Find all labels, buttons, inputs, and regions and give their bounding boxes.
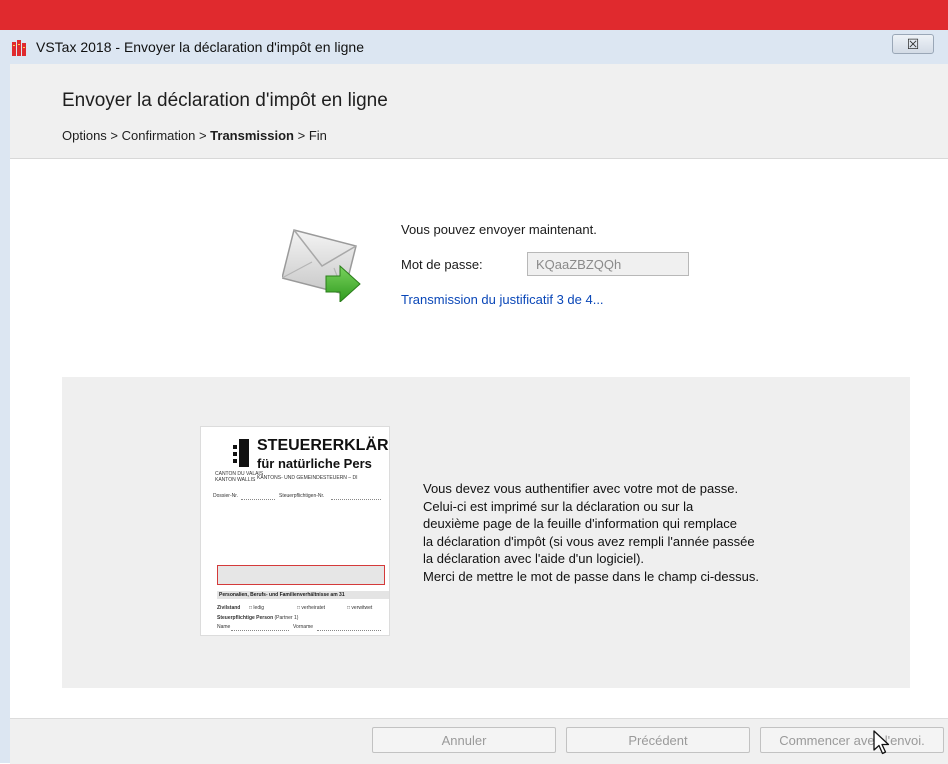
breadcrumb-step-end: Fin: [308, 128, 327, 143]
preview-dossier-label: Dossier-Nr.: [213, 493, 239, 499]
authentication-info-panel: STEUERERKLÄR für natürliche Pers CANTON …: [62, 377, 910, 688]
preview-form-title: STEUERERKLÄR: [257, 437, 389, 454]
window-titlebar: VSTax 2018 - Envoyer la déclaration d'im…: [0, 30, 948, 65]
preview-person-label: Steuerpflichtige Person (Partner 1): [217, 615, 299, 621]
instruction-line: Vous devez vous authentifier avec votre …: [423, 481, 739, 496]
preview-name-line: [231, 630, 289, 631]
preview-civil-status-label: Zivilstand: [217, 605, 241, 611]
preview-firstname-label: Vorname: [293, 624, 314, 630]
preview-opt-married: □ verheiratet: [297, 605, 326, 611]
preview-firstname-line: [317, 630, 381, 631]
instruction-line: Celui-ci est imprimé sur la déclaration …: [423, 498, 694, 514]
breadcrumb-step-transmission-current: Transmission: [210, 128, 294, 143]
mouse-pointer-icon: [873, 730, 890, 755]
close-window-button[interactable]: ☒: [892, 34, 934, 54]
top-red-bar: [0, 0, 948, 30]
preview-canton-line2: KANTON WALLIS: [215, 477, 256, 483]
page-title: Envoyer la déclaration d'impôt en ligne: [62, 90, 388, 111]
breadcrumb: Options > Confirmation > Transmission > …: [62, 128, 327, 143]
instruction-line: Merci de mettre le mot de passe dans le …: [423, 568, 759, 584]
preview-taxpayer-no-label: Steuerpflichtigen-Nr.: [279, 493, 325, 499]
wizard-header: Envoyer la déclaration d'impôt en ligne …: [10, 64, 948, 159]
close-icon: ☒: [906, 35, 920, 52]
instruction-line: deuxième page de la feuille d'informatio…: [423, 516, 737, 531]
instruction-line: la déclaration avec l'aide d'un logiciel…: [423, 551, 645, 566]
preview-tax-line: KANTONS- UND GEMEINDESTEUERN – DI: [257, 475, 358, 481]
transmission-progress-text: Transmission du justificatif 3 de 4...: [401, 292, 604, 307]
window-left-border: [0, 64, 10, 763]
vstax-app-icon: [12, 40, 26, 56]
preview-opt-single: □ ledig: [249, 605, 264, 611]
preview-form-subtitle: für natürliche Pers: [257, 456, 372, 471]
envelope-send-icon: [282, 229, 361, 302]
breadcrumb-step-options: Options: [62, 128, 107, 143]
instruction-line: la déclaration d'impôt (si vous avez rem…: [423, 533, 755, 549]
send-ready-text: Vous pouvez envoyer maintenant.: [401, 222, 597, 237]
cancel-button[interactable]: Annuler: [372, 727, 556, 753]
window-title: VSTax 2018 - Envoyer la déclaration d'im…: [36, 39, 364, 55]
preview-opt-widowed: □ verwitwet: [347, 605, 373, 611]
authentication-instructions: Vous devez vous authentifier avec votre …: [423, 480, 759, 585]
tax-form-preview-image: STEUERERKLÄR für natürliche Pers CANTON …: [200, 426, 390, 636]
previous-button[interactable]: Précédent: [566, 727, 750, 753]
breadcrumb-step-confirmation: Confirmation: [121, 128, 196, 143]
password-input[interactable]: [527, 252, 689, 276]
password-label: Mot de passe:: [401, 257, 483, 272]
preview-name-label: Name: [217, 624, 231, 630]
start-sending-button[interactable]: Commencer avec l'envoi.: [760, 727, 944, 753]
canton-logo: [233, 439, 249, 467]
preview-section-title: Personalien, Berufs- und Familienverhält…: [217, 591, 389, 599]
preview-taxpayer-line: [331, 499, 381, 500]
preview-password-box: [217, 565, 385, 585]
preview-dossier-line: [241, 499, 275, 500]
wizard-footer: Annuler Précédent Commencer avec l'envoi…: [10, 718, 948, 764]
